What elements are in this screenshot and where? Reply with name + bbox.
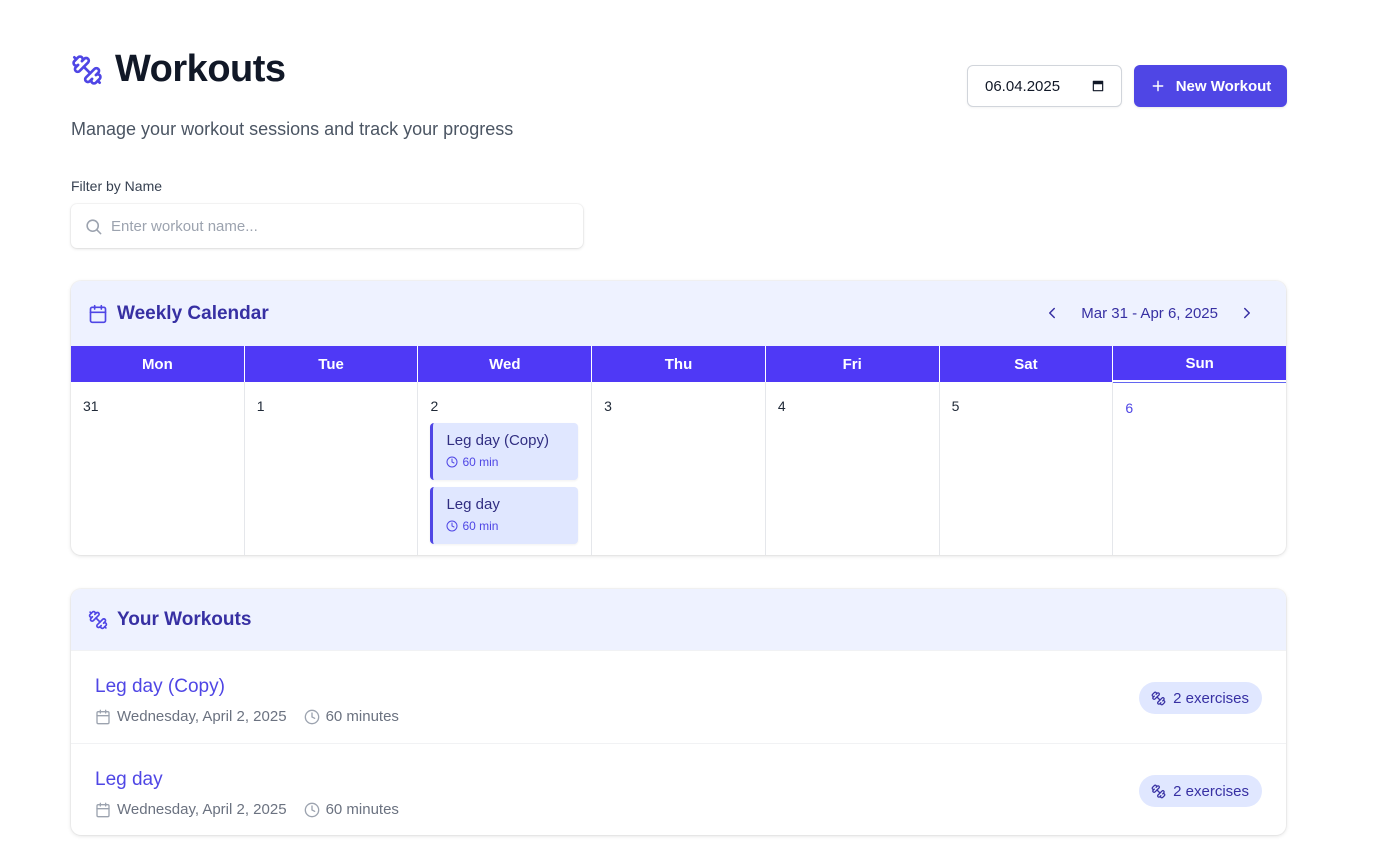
chevron-left-icon[interactable] — [1043, 304, 1061, 322]
dumbbell-icon — [72, 54, 102, 85]
date-picker-input[interactable]: 06.04.2025 — [967, 65, 1122, 107]
workouts-list-title: Your Workouts — [117, 608, 252, 630]
day-header-row: Mon Tue Wed Thu Fri Sat Sun — [71, 346, 1286, 382]
weekly-calendar-card: Weekly Calendar Mar 31 - Apr 6, 2025 Mon… — [71, 281, 1286, 555]
day-cell-sun-today[interactable]: 6 — [1113, 382, 1286, 555]
workout-list-item[interactable]: Leg day Wednesday, April 2, 2025 60 minu… — [71, 743, 1286, 835]
week-range: Mar 31 - Apr 6, 2025 — [1081, 304, 1218, 322]
calendar-event[interactable]: Leg day (Copy) 60 min — [430, 423, 579, 480]
new-workout-label: New Workout — [1175, 77, 1272, 95]
workout-name-link[interactable]: Leg day — [95, 769, 1286, 791]
exercise-count: 2 exercises — [1173, 782, 1249, 800]
week-navigation: Mar 31 - Apr 6, 2025 — [1043, 304, 1256, 322]
new-workout-button[interactable]: New Workout — [1134, 65, 1287, 107]
workout-date: Wednesday, April 2, 2025 — [117, 708, 287, 725]
workout-name-link[interactable]: Leg day (Copy) — [95, 676, 1286, 698]
day-cell-thu[interactable]: 3 — [592, 382, 766, 555]
chevron-right-icon[interactable] — [1238, 304, 1256, 322]
dumbbell-icon — [1151, 784, 1166, 798]
exercise-count-badge: 2 exercises — [1139, 682, 1262, 714]
day-number: 2 — [430, 398, 439, 414]
workout-duration: 60 minutes — [325, 801, 399, 818]
plus-icon — [1152, 80, 1164, 92]
exercise-count-badge: 2 exercises — [1139, 775, 1262, 807]
day-number: 31 — [83, 398, 99, 414]
day-cell-mon[interactable]: 31 — [71, 382, 245, 555]
calendar-icon — [96, 709, 110, 724]
dumbbell-icon — [88, 610, 108, 629]
event-name: Leg day (Copy) — [446, 432, 549, 449]
day-cells: 31 1 2 Leg day (Copy) 60 min Leg day 60 … — [71, 382, 1286, 555]
day-header-fri: Fri — [765, 346, 940, 382]
day-cell-wed[interactable]: 2 Leg day (Copy) 60 min Leg day 60 min — [418, 382, 593, 555]
date-value: 06.04.2025 — [985, 77, 1061, 95]
workouts-list-header: Your Workouts — [71, 589, 1286, 650]
event-duration: 60 min — [446, 519, 578, 533]
calendar-icon[interactable] — [1091, 79, 1105, 93]
event-name: Leg day — [446, 496, 500, 513]
search-input[interactable]: Enter workout name... — [71, 204, 583, 248]
header-actions: 06.04.2025 New Workout — [967, 65, 1287, 107]
clock-icon — [304, 709, 319, 724]
workout-meta: Wednesday, April 2, 2025 60 minutes — [95, 801, 1286, 818]
day-number: 1 — [256, 398, 265, 414]
event-duration: 60 min — [446, 455, 578, 469]
page-title: Workouts — [115, 48, 286, 90]
day-header-mon: Mon — [71, 346, 245, 382]
event-duration-text: 60 min — [462, 519, 499, 533]
clock-icon — [446, 520, 458, 532]
day-cell-tue[interactable]: 1 — [245, 382, 419, 555]
day-number: 6 — [1125, 400, 1134, 416]
clock-icon — [446, 456, 458, 468]
calendar-title: Weekly Calendar — [117, 302, 269, 324]
workout-meta: Wednesday, April 2, 2025 60 minutes — [95, 708, 1286, 725]
filter-label: Filter by Name — [71, 178, 163, 194]
day-header-tue: Tue — [244, 346, 419, 382]
day-cell-sat[interactable]: 5 — [940, 382, 1114, 555]
workouts-list-card: Your Workouts Leg day (Copy) Wednesday, … — [71, 589, 1286, 835]
calendar-event[interactable]: Leg day 60 min — [430, 487, 579, 544]
day-number: 3 — [604, 398, 612, 414]
calendar-icon — [89, 304, 107, 323]
page-header: Workouts — [71, 48, 286, 91]
search-icon — [86, 218, 102, 234]
workout-list-item[interactable]: Leg day (Copy) Wednesday, April 2, 2025 … — [71, 650, 1286, 743]
day-header-sun: Sun — [1113, 346, 1286, 382]
day-header-thu: Thu — [592, 346, 766, 382]
search-placeholder: Enter workout name... — [111, 217, 258, 235]
day-header-sat: Sat — [939, 346, 1114, 382]
clock-icon — [304, 802, 319, 817]
calendar-icon — [96, 802, 110, 817]
exercise-count: 2 exercises — [1173, 689, 1249, 707]
day-number: 5 — [951, 398, 960, 414]
workout-duration: 60 minutes — [325, 708, 399, 725]
day-number: 4 — [777, 398, 786, 414]
workout-date: Wednesday, April 2, 2025 — [117, 801, 287, 818]
event-duration-text: 60 min — [462, 455, 499, 469]
dumbbell-icon — [1151, 691, 1166, 705]
day-header-wed: Wed — [418, 346, 593, 382]
day-cell-fri[interactable]: 4 — [766, 382, 940, 555]
page-subtitle: Manage your workout sessions and track y… — [71, 119, 514, 139]
